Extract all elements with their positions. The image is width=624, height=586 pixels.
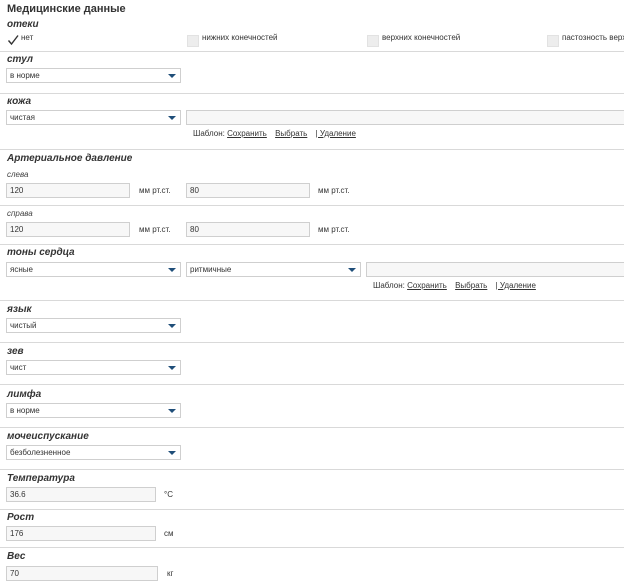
chevron-down-icon: [168, 324, 176, 328]
divider: [0, 149, 624, 150]
page-title: Медицинские данные: [7, 3, 126, 15]
bp-title: Артериальное давление: [7, 153, 133, 164]
tongue-select[interactable]: чистый: [6, 318, 181, 333]
lymph-select[interactable]: в норме: [6, 403, 181, 418]
divider: [0, 342, 624, 343]
stool-select[interactable]: в норме: [6, 68, 181, 83]
heart-text-input[interactable]: [366, 262, 624, 277]
bp-unit: мм рт.ст.: [318, 186, 350, 195]
weight-label: Вес: [7, 551, 26, 562]
heart-label: тоны сердца: [7, 247, 75, 258]
divider: [0, 244, 624, 245]
edema-option-lower-checkbox[interactable]: [187, 35, 199, 47]
divider: [0, 384, 624, 385]
template-choose-link[interactable]: Выбрать: [275, 129, 307, 138]
bp-right-systolic-input[interactable]: 120: [6, 222, 130, 237]
bp-unit: мм рт.ст.: [139, 225, 171, 234]
chevron-down-icon: [168, 366, 176, 370]
temperature-input[interactable]: 36.6: [6, 487, 156, 502]
bp-left-diastolic-input[interactable]: 80: [186, 183, 310, 198]
bp-right-diastolic-input[interactable]: 80: [186, 222, 310, 237]
height-value: 176: [10, 529, 24, 538]
throat-select[interactable]: чист: [6, 360, 181, 375]
bp-right-label: справа: [7, 209, 33, 218]
template-label: Шаблон:: [373, 281, 405, 290]
divider: [0, 469, 624, 470]
bp-right-diastolic-value: 80: [190, 225, 199, 234]
weight-input[interactable]: 70: [6, 566, 158, 581]
bp-left-label: слева: [7, 170, 29, 179]
tongue-label: язык: [7, 304, 32, 315]
edema-option-pastosity-label: пастозность верх: [562, 33, 624, 42]
edema-label: отеки: [7, 19, 39, 30]
tongue-select-value: чистый: [10, 321, 37, 330]
template-label: Шаблон:: [193, 129, 225, 138]
lymph-label: лимфа: [7, 389, 42, 400]
weight-value: 70: [10, 569, 19, 578]
checkmark-icon: [7, 35, 19, 46]
height-label: Рост: [7, 512, 35, 523]
template-delete-link[interactable]: | Удаление: [316, 129, 356, 138]
edema-option-pastosity-checkbox[interactable]: [547, 35, 559, 47]
chevron-down-icon: [168, 409, 176, 413]
urination-select-value: безболезненное: [10, 448, 71, 457]
edema-option-lower-label: нижних конечностей: [202, 33, 278, 42]
divider: [0, 205, 624, 206]
chevron-down-icon: [168, 74, 176, 78]
template-save-link[interactable]: Сохранить: [407, 281, 447, 290]
template-delete-link[interactable]: | Удаление: [496, 281, 536, 290]
chevron-down-icon: [168, 268, 176, 272]
divider: [0, 547, 624, 548]
temperature-value: 36.6: [10, 490, 26, 499]
skin-select-value: чистая: [10, 113, 35, 122]
divider: [0, 93, 624, 94]
temperature-unit: °C: [164, 490, 173, 499]
divider: [0, 509, 624, 510]
skin-template-bar: Шаблон: Сохранить Выбрать | Удаление: [193, 129, 356, 138]
heart-tone-select[interactable]: ясные: [6, 262, 181, 277]
divider: [0, 427, 624, 428]
chevron-down-icon: [168, 451, 176, 455]
skin-select[interactable]: чистая: [6, 110, 181, 125]
chevron-down-icon: [348, 268, 356, 272]
bp-left-diastolic-value: 80: [190, 186, 199, 195]
urination-select[interactable]: безболезненное: [6, 445, 181, 460]
edema-option-upper-checkbox[interactable]: [367, 35, 379, 47]
template-save-link[interactable]: Сохранить: [227, 129, 267, 138]
urination-label: мочеиспускание: [7, 431, 89, 442]
bp-unit: мм рт.ст.: [318, 225, 350, 234]
heart-template-bar: Шаблон: Сохранить Выбрать | Удаление: [373, 281, 536, 290]
heart-rhythm-value: ритмичные: [190, 265, 232, 274]
edema-option-none-checkbox[interactable]: [7, 34, 19, 46]
throat-select-value: чист: [10, 363, 27, 372]
skin-label: кожа: [7, 96, 32, 107]
template-choose-link[interactable]: Выбрать: [455, 281, 487, 290]
weight-unit: кг: [167, 569, 174, 578]
divider: [0, 300, 624, 301]
edema-option-none-label: нет: [21, 33, 34, 42]
skin-text-input[interactable]: [186, 110, 624, 125]
stool-select-value: в норме: [10, 71, 40, 80]
stool-label: стул: [7, 54, 33, 65]
edema-option-upper-label: верхних конечностей: [382, 33, 461, 42]
bp-right-systolic-value: 120: [10, 225, 24, 234]
height-unit: см: [164, 529, 174, 538]
bp-unit: мм рт.ст.: [139, 186, 171, 195]
chevron-down-icon: [168, 116, 176, 120]
lymph-select-value: в норме: [10, 406, 40, 415]
divider: [0, 51, 624, 52]
bp-left-systolic-value: 120: [10, 186, 24, 195]
temperature-label: Температура: [7, 473, 75, 484]
bp-left-systolic-input[interactable]: 120: [6, 183, 130, 198]
heart-tone-value: ясные: [10, 265, 33, 274]
height-input[interactable]: 176: [6, 526, 156, 541]
heart-rhythm-select[interactable]: ритмичные: [186, 262, 361, 277]
throat-label: зев: [7, 346, 24, 357]
